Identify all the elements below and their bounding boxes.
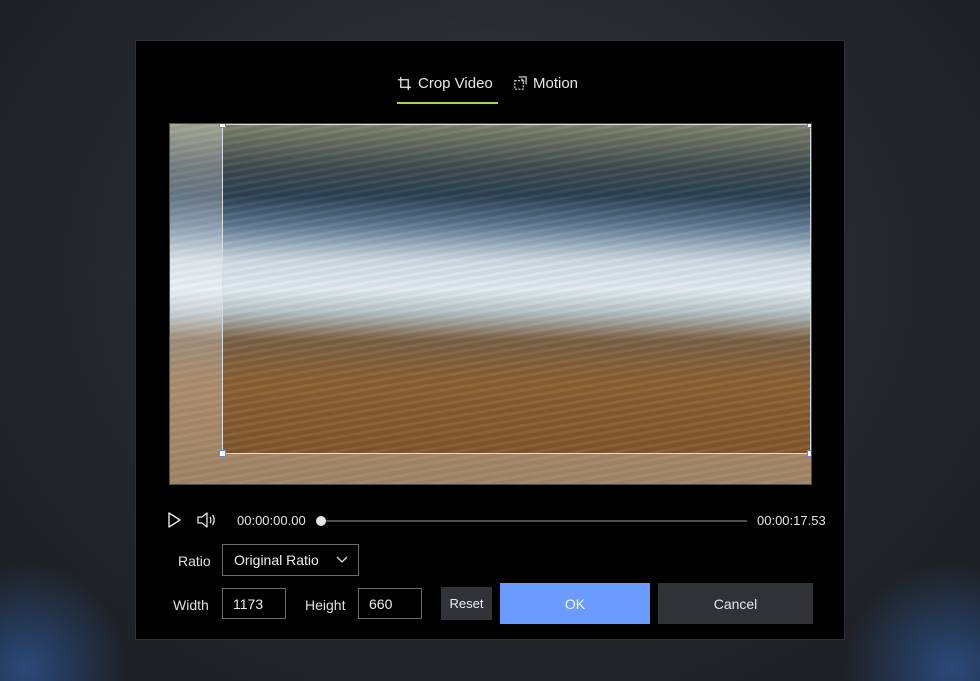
- current-time: 00:00:00.00: [237, 513, 306, 528]
- ratio-select-value: Original Ratio: [234, 552, 319, 568]
- crop-handle-bottom-left[interactable]: [219, 450, 226, 457]
- ratio-label: Ratio: [178, 553, 211, 569]
- crop-handle-top-right[interactable]: [807, 124, 811, 128]
- seek-track[interactable]: [321, 520, 747, 522]
- cropped-out-area-left: [170, 124, 222, 484]
- playback-controls: 00:00:00.00 00:00:17.53: [136, 509, 844, 533]
- volume-icon[interactable]: [196, 511, 216, 529]
- height-label: Height: [305, 597, 346, 613]
- tab-crop-video-label: Crop Video: [418, 75, 493, 92]
- tab-crop-video[interactable]: Crop Video: [397, 75, 493, 92]
- reset-button[interactable]: Reset: [441, 587, 492, 620]
- cropped-out-area-right: [811, 124, 812, 454]
- total-time: 00:00:17.53: [757, 513, 826, 528]
- crop-handle-bottom-right[interactable]: [807, 450, 811, 457]
- tab-motion[interactable]: Motion: [512, 75, 578, 92]
- play-icon[interactable]: [166, 511, 182, 529]
- cancel-button[interactable]: Cancel: [658, 583, 813, 624]
- background-glow-left: [0, 560, 130, 681]
- ok-button[interactable]: OK: [500, 583, 650, 624]
- video-preview: [169, 123, 812, 485]
- ratio-select[interactable]: Original Ratio: [222, 544, 359, 576]
- tab-motion-label: Motion: [533, 75, 579, 92]
- crop-handle-top-left[interactable]: [219, 124, 226, 128]
- crop-icon: [397, 76, 412, 91]
- chevron-down-icon: [336, 556, 348, 563]
- background-glow-right: [840, 560, 980, 681]
- active-tab-indicator: [397, 102, 498, 104]
- crop-region[interactable]: [219, 124, 811, 457]
- motion-icon: [514, 76, 527, 90]
- width-input[interactable]: [222, 588, 286, 619]
- seek-thumb[interactable]: [316, 516, 326, 526]
- crop-dialog: Crop Video Motion 00:00:00.00 00:00:17.5…: [135, 40, 845, 640]
- height-input[interactable]: [358, 588, 422, 619]
- width-label: Width: [173, 597, 209, 613]
- tab-bar: Crop Video Motion: [136, 75, 844, 105]
- cropped-out-area-bottom: [222, 454, 811, 484]
